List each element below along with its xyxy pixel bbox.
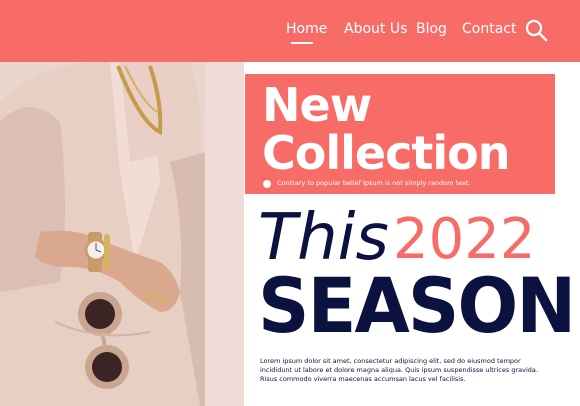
nav-item-contact[interactable]: Contact [462,20,516,38]
search-icon[interactable] [524,18,548,42]
headline-season: SEASON [258,261,576,350]
headline-collection: Collection [262,126,510,180]
banner-subline: Contrary to popular belief Ipsum is not … [277,179,471,187]
hero-body-text: Lorem ipsum dolor sit amet, consectetur … [260,356,538,383]
nav-item-home[interactable]: Home [286,20,327,38]
navbar: Home About Us Blog Contact [0,0,580,62]
nav-item-blog[interactable]: Blog [416,20,447,38]
nav-active-underline [291,42,313,44]
fashion-model-illustration [0,62,244,406]
hero-photo [0,62,244,406]
bullet-dot-icon [263,180,271,188]
nav-item-about-us[interactable]: About Us [344,20,407,38]
headline-new: New [262,78,372,132]
headline-year: 2022 [393,207,536,272]
